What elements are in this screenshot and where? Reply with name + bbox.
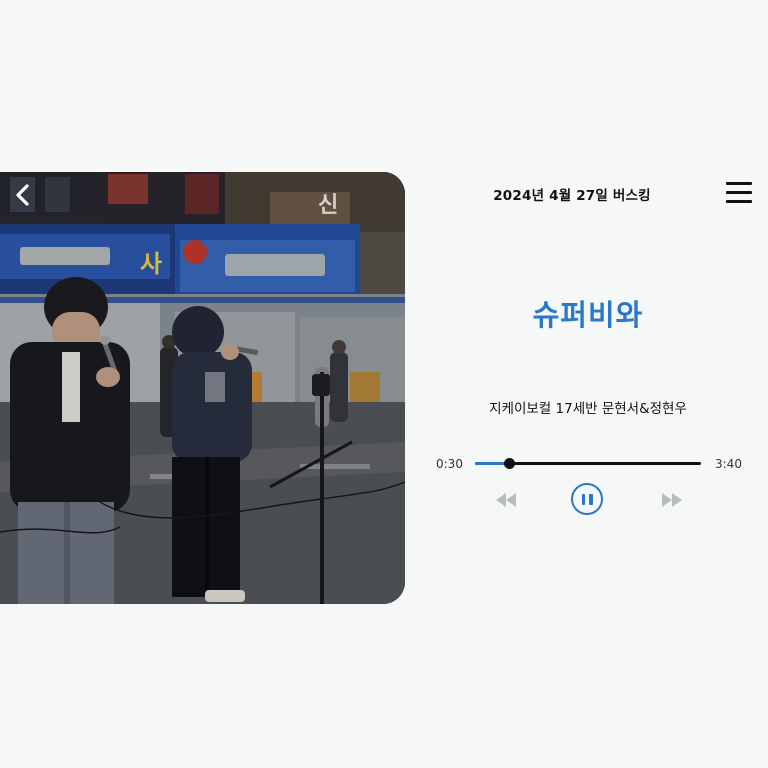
track-artist: 지케이보컬 17세반 문현서&정현우 — [489, 401, 687, 417]
hamburger-menu-icon — [726, 182, 752, 185]
hamburger-menu-icon-line — [726, 191, 752, 194]
menu-button[interactable] — [726, 181, 752, 205]
progress-scrubber-handle[interactable] — [503, 458, 515, 469]
fast-forward-button[interactable] — [660, 491, 684, 509]
player-screen: 신 사 2024년 4월 27일 버스킹 슈퍼비와 지케이보컬 17세반 문현서… — [0, 0, 768, 768]
performance-photo: 신 사 — [0, 172, 405, 604]
rewind-button[interactable] — [494, 491, 518, 509]
total-time: 3:40 — [715, 457, 742, 471]
track-title: 슈퍼비와 — [532, 298, 644, 332]
rewind-icon — [496, 493, 516, 507]
chevron-left-icon — [16, 184, 29, 206]
pause-button[interactable] — [571, 483, 603, 515]
fast-forward-icon — [662, 493, 682, 507]
pause-icon — [581, 493, 585, 505]
busking-scene-image: 신 사 — [0, 172, 405, 604]
page-title: 2024년 4월 27일 버스킹 — [493, 188, 651, 204]
pause-icon-bar — [589, 493, 593, 505]
back-button[interactable] — [8, 180, 38, 210]
hamburger-menu-icon-line — [726, 200, 752, 203]
current-time: 0:30 — [436, 457, 463, 471]
progress-bar[interactable] — [475, 458, 701, 469]
